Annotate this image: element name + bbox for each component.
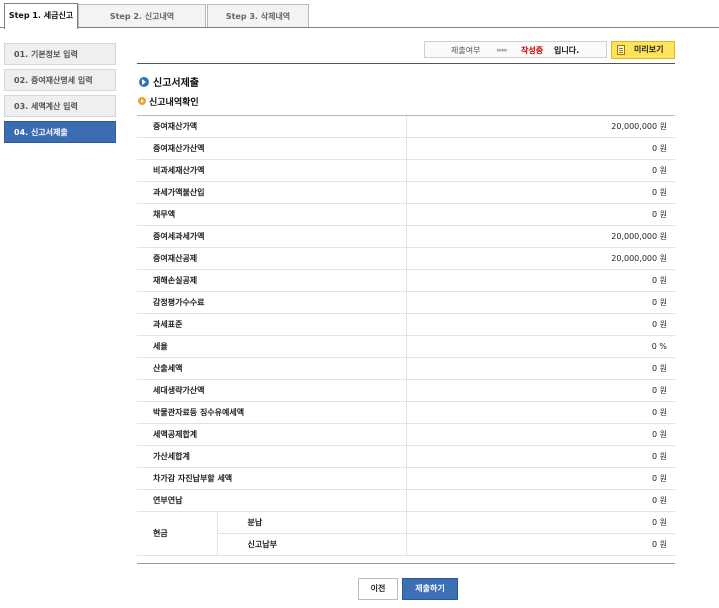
sidebar: 01. 기본정보 입력 02. 증여재산명세 입력 03. 세액계산 입력 04…	[4, 43, 116, 147]
table-row: 세대생략가산액 0 원	[137, 379, 675, 402]
row-label: 증여재산가액	[137, 115, 406, 138]
row-value: 0 %	[405, 335, 675, 358]
row-value: 0 원	[405, 357, 675, 380]
row-label: 신고납부	[216, 533, 406, 556]
row-label: 분납	[216, 511, 406, 534]
preview-button[interactable]: 미리보기	[611, 41, 675, 59]
row-value: 0 원	[405, 137, 675, 160]
document-icon	[617, 45, 625, 55]
subsection-title-text: 신고내역확인	[149, 98, 199, 108]
table-row: 차가감 자진납부할 세액 0 원	[137, 467, 675, 490]
declaration-summary-table: 증여재산가액 20,000,000 원 증여재산가산액 0 원 비과세재산가액 …	[137, 115, 675, 556]
row-label: 연부연납	[137, 489, 406, 512]
row-label: 세액공제합계	[137, 423, 406, 446]
table-row: 비과세재산가액 0 원	[137, 159, 675, 182]
row-label: 세율	[137, 335, 406, 358]
section-title-text: 신고서제출	[153, 78, 199, 89]
table-row: 현금 분납 0 원	[137, 511, 675, 556]
row-label: 세대생략가산액	[137, 379, 406, 402]
row-label: 박물관자료등 징수유예세액	[137, 401, 406, 424]
status-suffix: 입니다.	[554, 46, 580, 55]
table-row: 과세표준 0 원	[137, 313, 675, 336]
row-label: 증여재산가산액	[137, 137, 406, 160]
table-row: 세액공제합계 0 원	[137, 423, 675, 446]
tab-underline	[0, 27, 719, 28]
row-value: 20,000,000 원	[405, 247, 675, 270]
table-row: 박물관자료등 징수유예세액 0 원	[137, 401, 675, 424]
row-label: 재해손실공제	[137, 269, 406, 292]
row-value: 0 원	[405, 511, 675, 534]
table-row: 증여재산가산액 0 원	[137, 137, 675, 160]
row-value: 0 원	[405, 181, 675, 204]
tab-step1[interactable]: Step 1. 세금신고	[4, 3, 78, 29]
section-title: 신고서제출	[139, 77, 199, 90]
row-label: 차가감 자진납부할 세액	[137, 467, 406, 490]
row-value: 0 원	[405, 423, 675, 446]
row-label: 산출세액	[137, 357, 406, 380]
row-label: 증여세과세가액	[137, 225, 406, 248]
row-value: 0 원	[405, 291, 675, 314]
row-value: 0 원	[405, 203, 675, 226]
row-label: 가산세합계	[137, 445, 406, 468]
cash-label: 현금	[137, 511, 217, 556]
row-label: 채무액	[137, 203, 406, 226]
row-value: 0 원	[405, 379, 675, 402]
row-value: 0 원	[405, 401, 675, 424]
prev-button[interactable]: 이전	[358, 578, 398, 600]
row-label: 감정평가수수료	[137, 291, 406, 314]
table-row: 세율 0 %	[137, 335, 675, 358]
step-tabs: Step 1. 세금신고 Step 2. 신고내역 Step 3. 삭제내역	[0, 0, 719, 29]
submit-button[interactable]: 제출하기	[402, 578, 458, 600]
row-label: 비과세재산가액	[137, 159, 406, 182]
row-value: 20,000,000 원	[405, 115, 675, 138]
table-row: 과세가액불산입 0 원	[137, 181, 675, 204]
row-label: 과세가액불산입	[137, 181, 406, 204]
row-value: 0 원	[405, 533, 675, 556]
row-value: 0 원	[405, 269, 675, 292]
sidebar-item-submit[interactable]: 04. 신고서제출	[4, 121, 116, 143]
row-value: 0 원	[405, 159, 675, 182]
submission-status-bar: 제출여부 ▸▸▸▸ 작성중 입니다.	[424, 41, 607, 58]
subsection-title: 신고내역확인	[138, 97, 199, 109]
row-value: 20,000,000 원	[405, 225, 675, 248]
sidebar-item-tax-calc[interactable]: 03. 세액계산 입력	[4, 95, 116, 117]
row-label: 과세표준	[137, 313, 406, 336]
table-row: 재해손실공제 0 원	[137, 269, 675, 292]
header-divider	[137, 63, 675, 64]
tab-step3[interactable]: Step 3. 삭제내역	[207, 4, 309, 28]
table-row: 신고납부 0 원	[137, 533, 675, 556]
sidebar-item-gift-details[interactable]: 02. 증여재산명세 입력	[4, 69, 116, 91]
table-row: 증여재산가액 20,000,000 원	[137, 115, 675, 138]
table-row: 감정평가수수료 0 원	[137, 291, 675, 314]
row-value: 0 원	[405, 467, 675, 490]
row-value: 0 원	[405, 445, 675, 468]
table-row: 가산세합계 0 원	[137, 445, 675, 468]
table-row: 채무액 0 원	[137, 203, 675, 226]
preview-button-label: 미리보기	[634, 45, 664, 54]
row-value: 0 원	[405, 489, 675, 512]
bullet-arrow-icon	[138, 97, 146, 105]
row-label: 증여재산공제	[137, 247, 406, 270]
arrows-icon: ▸▸▸▸	[497, 46, 508, 54]
circle-arrow-icon	[139, 77, 149, 87]
status-prefix: 제출여부	[451, 46, 481, 55]
table-row: 증여재산공제 20,000,000 원	[137, 247, 675, 270]
table-row: 산출세액 0 원	[137, 357, 675, 380]
table-row: 증여세과세가액 20,000,000 원	[137, 225, 675, 248]
tab-step2[interactable]: Step 2. 신고내역	[78, 4, 206, 28]
table-row: 연부연납 0 원	[137, 489, 675, 512]
status-value: 작성중	[521, 46, 544, 55]
sidebar-item-basic-info[interactable]: 01. 기본정보 입력	[4, 43, 116, 65]
row-value: 0 원	[405, 313, 675, 336]
table-bottom-divider	[137, 563, 675, 564]
